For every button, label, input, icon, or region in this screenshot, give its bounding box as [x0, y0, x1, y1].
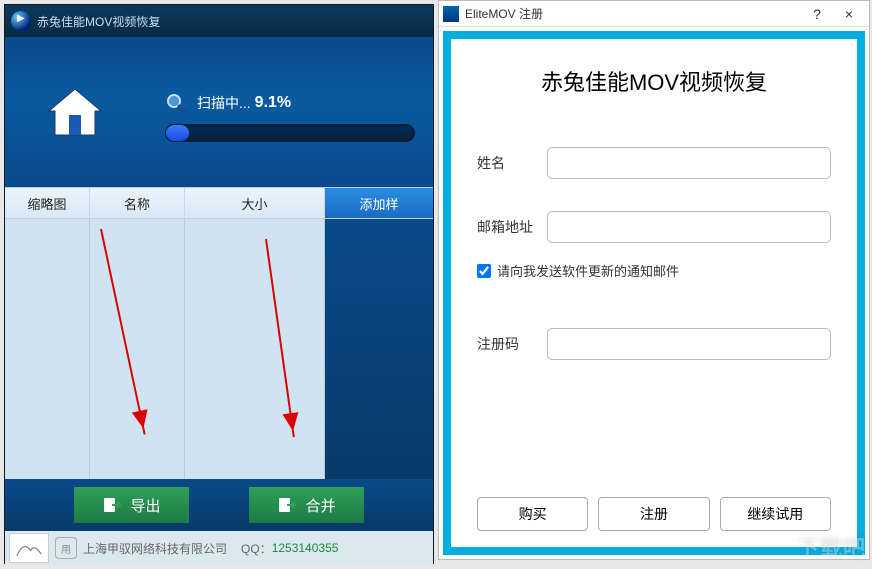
progress-bar — [165, 124, 415, 142]
tb-col-name — [90, 219, 185, 479]
scan-label: 扫描中... — [197, 93, 251, 113]
row-name: 姓名 — [477, 147, 831, 179]
main-titlebar[interactable]: 赤兔佳能MOV视频恢复 — [5, 5, 433, 37]
qq-label: QQ： — [241, 540, 272, 557]
name-label: 姓名 — [477, 153, 547, 173]
table-header: 缩略图 名称 大小 添加样 — [5, 187, 433, 219]
export-icon — [102, 495, 122, 515]
tb-col-size — [185, 219, 325, 479]
app-title: 赤兔佳能MOV视频恢复 — [37, 13, 160, 30]
help-button[interactable]: ? — [801, 2, 833, 26]
header-area: 扫描中... 9.1% — [5, 37, 433, 187]
home-icon[interactable] — [45, 85, 105, 140]
dialog-titlebar[interactable]: EliteMOV 注册 ? × — [439, 1, 869, 27]
code-label: 注册码 — [477, 334, 547, 354]
dialog-app-icon — [443, 6, 459, 22]
register-button[interactable]: 注册 — [598, 497, 709, 531]
dialog-body: 赤兔佳能MOV视频恢复 姓名 邮箱地址 请向我发送软件更新的通知邮件 注册码 购… — [443, 31, 865, 555]
dialog-button-row: 购买 注册 继续试用 — [477, 497, 831, 531]
footer: 用 上海甲驭网络科技有限公司 QQ： 1253140355 — [5, 531, 433, 565]
email-label: 邮箱地址 — [477, 217, 547, 237]
progress-fill — [166, 125, 189, 141]
qq-value: 1253140355 — [272, 541, 339, 555]
name-input[interactable] — [547, 147, 831, 179]
continue-trial-button[interactable]: 继续试用 — [720, 497, 831, 531]
tb-col-thumb — [5, 219, 90, 479]
col-thumbnail[interactable]: 缩略图 — [5, 188, 90, 218]
notify-checkbox[interactable] — [477, 264, 491, 278]
tb-col-right — [325, 219, 433, 479]
code-input[interactable] — [547, 328, 831, 360]
email-input[interactable] — [547, 211, 831, 243]
register-dialog: EliteMOV 注册 ? × 赤兔佳能MOV视频恢复 姓名 邮箱地址 请向我发… — [438, 0, 870, 560]
close-button[interactable]: × — [833, 2, 865, 26]
table-body — [5, 219, 433, 479]
merge-label: 合并 — [305, 495, 335, 516]
dialog-window-title: EliteMOV 注册 — [465, 5, 543, 22]
dialog-title: 赤兔佳能MOV视频恢复 — [477, 65, 831, 97]
scan-percent: 9.1% — [255, 94, 291, 112]
app-icon — [11, 11, 31, 31]
row-email: 邮箱地址 — [477, 211, 831, 243]
notify-label: 请向我发送软件更新的通知邮件 — [497, 261, 679, 280]
row-code: 注册码 — [477, 328, 831, 360]
export-label: 导出 — [130, 495, 160, 516]
merge-icon — [277, 495, 297, 515]
col-name[interactable]: 名称 — [90, 188, 185, 218]
action-row: 导出 合并 — [5, 479, 433, 531]
search-icon — [165, 92, 187, 114]
company-badge-icon: 用 — [55, 537, 77, 559]
export-button[interactable]: 导出 — [74, 487, 189, 523]
notify-checkbox-row[interactable]: 请向我发送软件更新的通知邮件 — [477, 261, 831, 280]
col-size[interactable]: 大小 — [185, 188, 325, 218]
add-sample-button[interactable]: 添加样 — [325, 188, 433, 218]
company-logo — [9, 533, 49, 563]
buy-button[interactable]: 购买 — [477, 497, 588, 531]
merge-button[interactable]: 合并 — [249, 487, 364, 523]
main-window: 赤兔佳能MOV视频恢复 扫描中... 9.1% — [4, 4, 434, 564]
scan-status: 扫描中... 9.1% — [165, 92, 425, 142]
company-name: 上海甲驭网络科技有限公司 — [83, 540, 227, 557]
